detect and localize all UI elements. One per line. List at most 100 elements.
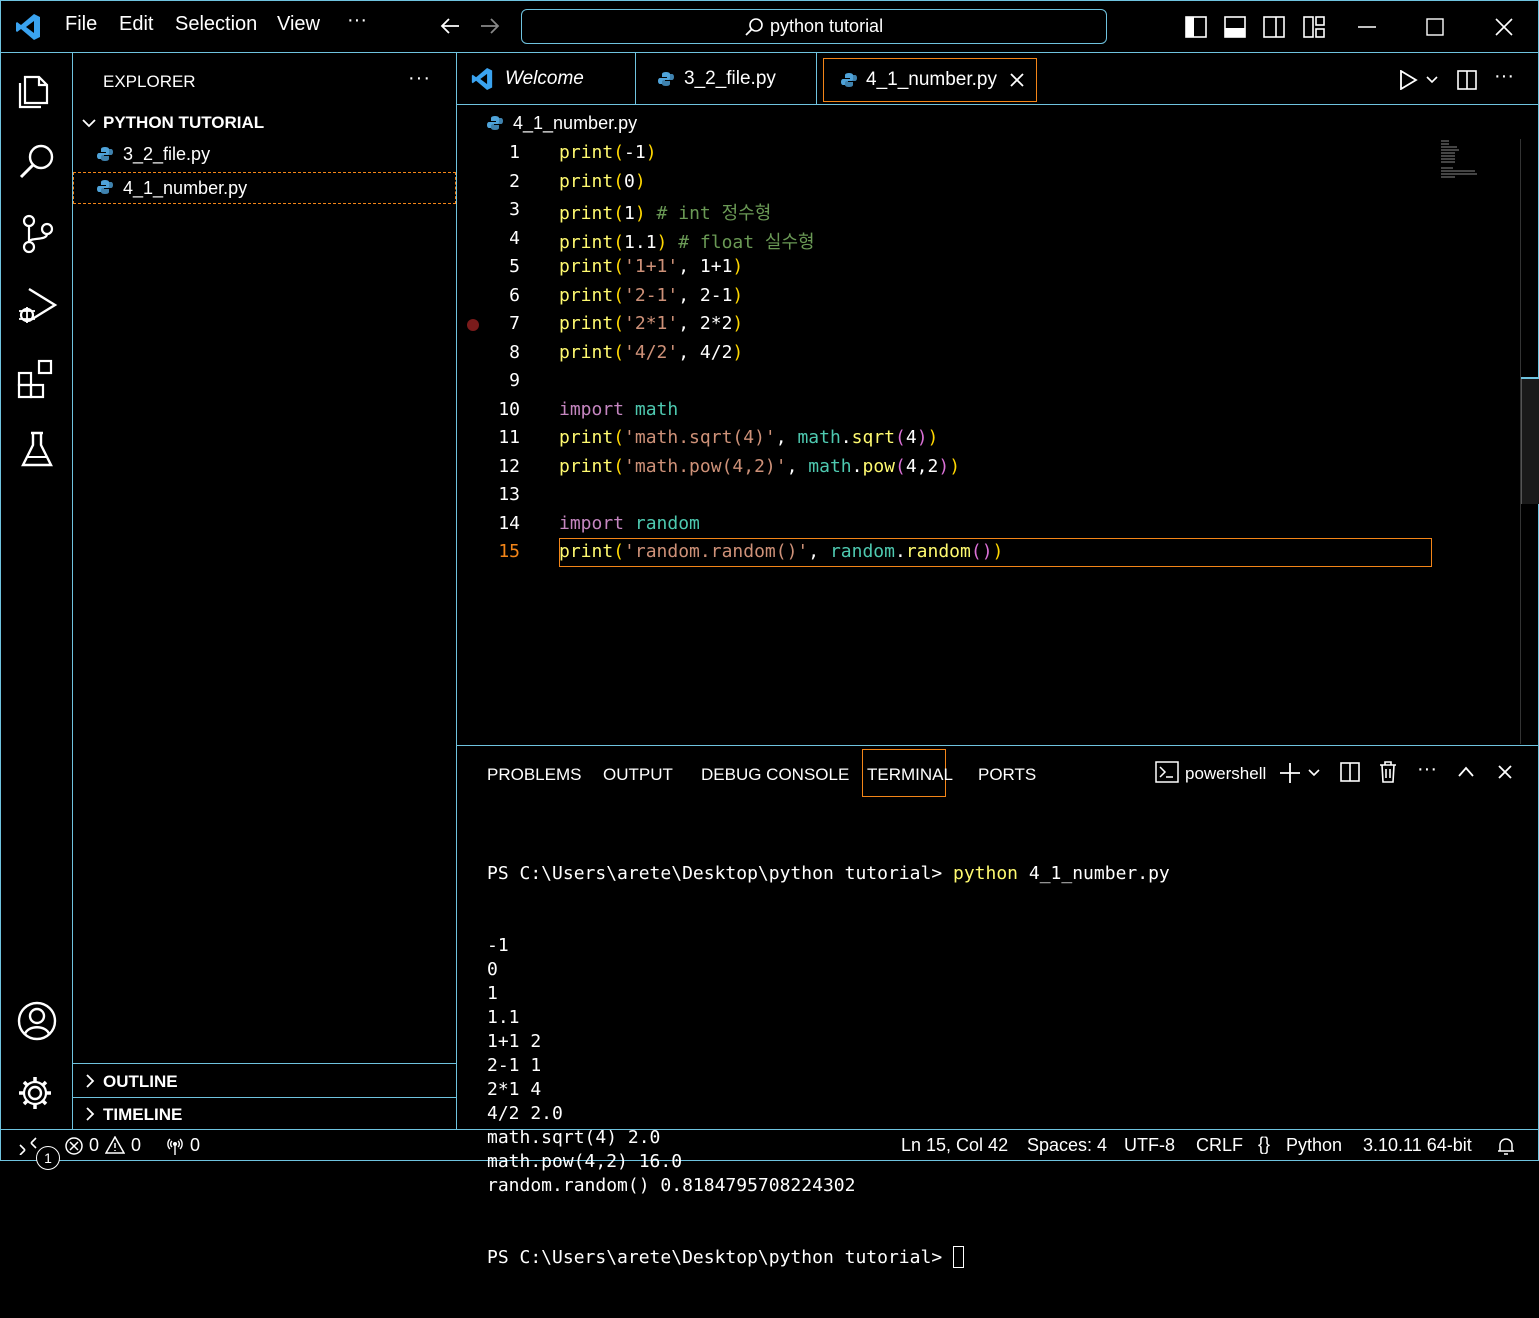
ports-count[interactable]: 0	[190, 1135, 200, 1156]
code-token: sqrt	[851, 427, 895, 448]
tab-welcome[interactable]: Welcome	[457, 53, 636, 105]
terminal-prompt: PS C:\Users\arete\Desktop\python tutoria…	[487, 1247, 953, 1268]
explorer-more-actions[interactable]: ···	[408, 67, 431, 90]
encoding[interactable]: UTF-8	[1124, 1135, 1175, 1156]
warning-count[interactable]: 0	[131, 1135, 141, 1156]
search-view-icon[interactable]	[15, 139, 59, 183]
explorer-icon[interactable]	[15, 67, 59, 111]
code-token: 2*2	[699, 313, 733, 334]
tab-ports[interactable]: PORTS	[978, 765, 1036, 785]
source-control-icon[interactable]	[15, 211, 59, 255]
code-token: .	[851, 455, 863, 477]
explorer-title: EXPLORER	[103, 72, 196, 91]
toggle-primary-sidebar-icon[interactable]	[1185, 16, 1207, 38]
menu-view[interactable]: View	[277, 13, 320, 36]
maximize-icon[interactable]	[1426, 18, 1444, 36]
file-label: 3_2_file.py	[123, 144, 211, 164]
tab-4-1-number-active[interactable]: 4_1_number.py	[823, 58, 1037, 102]
menu-edit[interactable]: Edit	[119, 13, 153, 36]
tab-debug-console[interactable]: DEBUG CONSOLE	[701, 765, 849, 785]
status-bar: 0 0 0 Ln 15, Col 42 Spaces: 4 UTF-8 CRLF…	[1, 1129, 1538, 1161]
extensions-icon[interactable]	[15, 355, 59, 399]
terminal-output[interactable]: PS C:\Users\arete\Desktop\python tutoria…	[487, 814, 1170, 1318]
trash-icon[interactable]	[1378, 761, 1398, 783]
vertical-scrollbar[interactable]	[1520, 139, 1539, 744]
back-arrow-icon[interactable]	[439, 15, 461, 37]
python-interpreter[interactable]: 3.10.11 64-bit	[1363, 1135, 1472, 1156]
code-token: '4/2'	[624, 341, 679, 363]
toggle-panel-icon[interactable]	[1224, 16, 1246, 38]
chevron-down-icon[interactable]	[1307, 767, 1321, 779]
terminal-output-line: 0	[487, 959, 498, 980]
indentation[interactable]: Spaces: 4	[1027, 1135, 1107, 1156]
code-token: print	[559, 256, 614, 277]
code-line: import random	[559, 513, 700, 534]
tab-3-2-file[interactable]: 3_2_file.py	[636, 53, 817, 105]
manage-gear-icon[interactable]	[15, 1071, 59, 1115]
outline-section[interactable]: OUTLINE	[73, 1065, 456, 1097]
line-number: 15	[498, 541, 520, 562]
run-file-play-icon[interactable]	[1398, 70, 1418, 90]
line-number: 8	[509, 341, 520, 363]
minimize-icon[interactable]	[1358, 25, 1376, 29]
new-terminal-plus-icon[interactable]	[1279, 762, 1301, 784]
error-icon[interactable]	[65, 1137, 83, 1155]
run-and-debug-icon[interactable]	[15, 283, 59, 327]
code-token: '2*1'	[624, 313, 679, 334]
panel-more-actions[interactable]: ···	[1417, 758, 1437, 781]
menu-more[interactable]: ···	[347, 9, 367, 32]
line-number: 10	[498, 398, 520, 420]
code-token: (	[613, 231, 625, 253]
folder-python-tutorial[interactable]: PYTHON TUTORIAL	[73, 107, 456, 139]
scrollbar-thumb[interactable]	[1521, 379, 1539, 504]
customize-layout-icon[interactable]	[1303, 16, 1325, 38]
tab-output[interactable]: OUTPUT	[603, 765, 673, 785]
line-number: 2	[509, 170, 520, 192]
tab-terminal-active[interactable]: TERMINAL	[862, 749, 953, 797]
command-center-search[interactable]: python tutorial	[521, 9, 1107, 44]
code-token: (	[613, 541, 625, 562]
error-count[interactable]: 0	[89, 1135, 99, 1156]
maximize-panel-chevron-up-icon[interactable]	[1457, 765, 1475, 779]
ports-broadcast-icon[interactable]	[165, 1136, 185, 1156]
terminal-shell-name[interactable]: powershell	[1185, 764, 1266, 784]
forward-arrow-icon[interactable]	[479, 15, 501, 37]
tab-problems[interactable]: PROBLEMS	[487, 765, 581, 785]
code-token: 2-1	[699, 284, 733, 306]
file-item-3-2[interactable]: 3_2_file.py	[73, 139, 456, 171]
menu-file[interactable]: File	[65, 13, 97, 36]
line-number: 3	[509, 199, 520, 220]
file-item-4-1-selected[interactable]: 4_1_number.py	[73, 172, 456, 204]
code-token: print	[559, 284, 614, 306]
code-token: )	[916, 427, 928, 448]
toggle-secondary-sidebar-icon[interactable]	[1263, 16, 1285, 38]
python-file-icon	[97, 179, 113, 195]
minimap[interactable]	[1439, 139, 1487, 179]
close-window-icon[interactable]	[1495, 18, 1513, 36]
close-panel-icon[interactable]	[1497, 764, 1513, 780]
close-tab-icon[interactable]	[1009, 72, 1025, 88]
code-editor[interactable]: 1 print(-1) 2 print(0) 3 print(1) # int 정수형 4 p…	[457, 139, 1539, 744]
cursor-position[interactable]: Ln 15, Col 42	[901, 1135, 1008, 1156]
editor-more-actions[interactable]: ···	[1494, 65, 1514, 88]
line-ending[interactable]: CRLF	[1196, 1135, 1243, 1156]
split-editor-icon[interactable]	[1457, 70, 1477, 90]
accounts-icon[interactable]	[15, 999, 59, 1043]
code-token: -1	[624, 142, 646, 163]
code-token: ,	[678, 256, 700, 277]
chevron-down-icon[interactable]	[1425, 74, 1439, 86]
timeline-section[interactable]: TIMELINE	[73, 1098, 456, 1130]
split-terminal-icon[interactable]	[1340, 762, 1360, 782]
warning-icon[interactable]	[105, 1136, 125, 1154]
code-token: # float 실수형	[667, 231, 815, 253]
breakpoint-hint-icon[interactable]	[467, 319, 479, 331]
testing-flask-icon[interactable]	[15, 427, 59, 471]
language-mode[interactable]: Python	[1286, 1135, 1342, 1156]
code-token: print	[559, 170, 614, 192]
menu-selection[interactable]: Selection	[175, 13, 257, 36]
notifications-bell-icon[interactable]	[1496, 1136, 1516, 1156]
python-file-icon	[97, 146, 113, 162]
remote-icon[interactable]	[19, 1137, 37, 1155]
code-token: print	[559, 541, 614, 562]
